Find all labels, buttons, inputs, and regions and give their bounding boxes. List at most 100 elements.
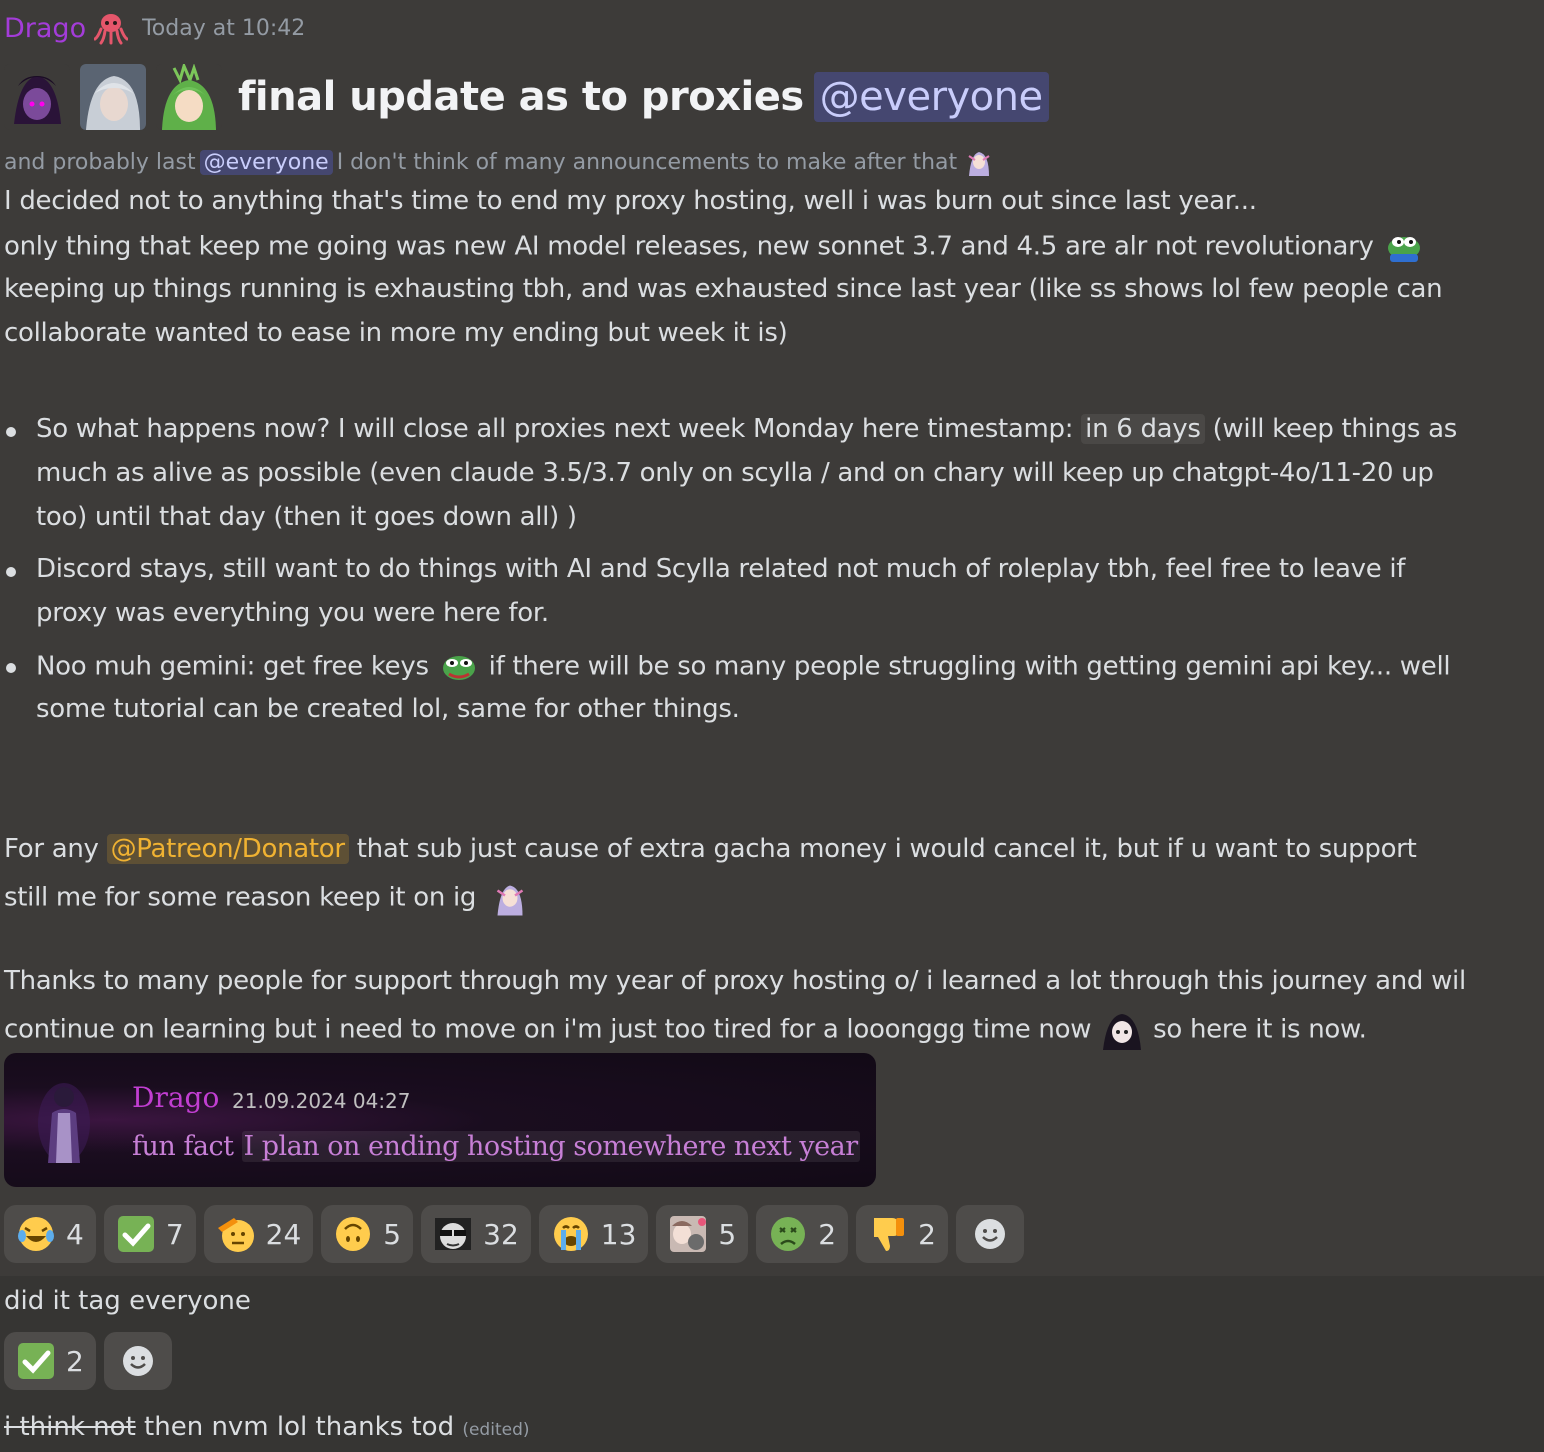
reaction-thumbs-down[interactable]: 2 (856, 1205, 948, 1263)
everyone-mention[interactable]: @everyone (813, 72, 1049, 122)
relative-timestamp[interactable]: in 6 days (1081, 414, 1205, 444)
dark-elf-emoji-icon (4, 64, 70, 130)
bullet-1-line-2: much as alive as possible (even claude 3… (36, 458, 1434, 488)
reaction-count: 5 (383, 1217, 402, 1251)
reaction-count: 24 (265, 1217, 302, 1251)
bullet-3-line-1: Noo muh gemini: get free keys if there w… (36, 650, 1451, 684)
reaction-laughing[interactable]: 4 (4, 1205, 96, 1263)
followup-text: i think not then nvm lol thanks tod (edi… (4, 1412, 530, 1442)
embed-avatar-figure (38, 1083, 90, 1163)
reply-text: did it tag everyone (4, 1286, 251, 1316)
crying-face-icon (553, 1217, 588, 1251)
bullet-1-pre: So what happens now? I will close all pr… (36, 414, 1074, 444)
anime-cat-icon (670, 1216, 707, 1252)
title-text: final update as to proxies (238, 74, 804, 120)
patreon-line-1: For any @Patreon/Donator that sub just c… (4, 834, 1417, 864)
bullet-dot (6, 663, 16, 673)
bullet-1-line-3: too) until that day (then it goes down a… (36, 502, 577, 532)
patreon-role-mention[interactable]: @Patreon/Donator (106, 834, 349, 864)
upside-down-face-icon (336, 1217, 371, 1251)
body-line-2: only thing that keep me going was new AI… (4, 230, 1426, 264)
bullet-1-line-1: So what happens now? I will close all pr… (36, 414, 1457, 444)
green-hair-emoji-icon (156, 64, 222, 130)
anime-girl-emoji-icon (496, 885, 524, 916)
check-mark-icon (117, 1216, 154, 1252)
bullet-3-pre: Noo muh gemini: get free keys (36, 651, 429, 682)
message-header: Drago Today at 10:42 (4, 10, 305, 46)
add-reaction-button[interactable] (103, 1332, 172, 1390)
reaction-count: 4 (66, 1217, 84, 1251)
edited-label: (edited) (462, 1420, 530, 1440)
followup-body: then nvm lol thanks tod (135, 1412, 455, 1442)
dark-hair-girl-emoji-icon (1103, 1014, 1142, 1050)
reaction-count: 2 (818, 1217, 837, 1251)
body-line-4: collaborate wanted to ease in more my en… (4, 318, 788, 348)
reaction-anime-cat[interactable]: 5 (656, 1205, 749, 1263)
reaction-check[interactable]: 2 (4, 1332, 96, 1390)
bullet-dot (6, 427, 16, 437)
sub-everyone-mention[interactable]: @everyone (199, 149, 333, 175)
body-line-2-text: only thing that keep me going was new AI… (4, 231, 1374, 262)
reaction-count: 2 (918, 1217, 936, 1251)
embed-text: fun fact I plan on ending hosting somewh… (132, 1131, 860, 1162)
bullet-3-line-2: some tutorial can be created lol, same f… (36, 694, 740, 724)
embed-author[interactable]: Drago (132, 1081, 219, 1114)
reaction-count: 7 (165, 1217, 184, 1251)
add-reaction-smiley-icon (974, 1219, 1005, 1249)
announcement-message: Drago Today at 10:42 final update as to … (0, 0, 1544, 1276)
bullet-1-post: (will keep things as (1212, 414, 1458, 444)
thanks-line-2-post: so here it is now. (1153, 1014, 1367, 1045)
laughing-tears-icon (18, 1217, 54, 1251)
patreon-line-2-text: still me for some reason keep it on ig (4, 882, 477, 913)
sub-suffix: I don't think of many announcements to m… (336, 149, 958, 175)
reaction-salute[interactable]: 24 (203, 1205, 314, 1263)
reaction-check[interactable]: 7 (103, 1205, 196, 1263)
saluting-face-icon (217, 1218, 254, 1252)
add-reaction-button[interactable] (955, 1205, 1024, 1263)
message-title: final update as to proxies @everyone (238, 72, 1049, 122)
bullet-dot (6, 567, 16, 577)
check-mark-icon (18, 1343, 54, 1379)
embed-text-highlight: I plan on ending hosting somewhere next … (241, 1131, 860, 1162)
thanks-line-2-pre: continue on learning but i need to move … (4, 1014, 1092, 1045)
thanks-line-1: Thanks to many people for support throug… (4, 966, 1466, 996)
reply-reaction-bar: 2 (4, 1332, 172, 1390)
struck-text: i think not (4, 1412, 136, 1442)
silver-hair-emoji-icon (80, 64, 146, 130)
reply-message-group: did it tag everyone 2 i think not then n… (0, 1276, 1544, 1452)
sub-prefix: and probably last (4, 149, 196, 175)
reaction-count: 5 (718, 1217, 737, 1251)
bullet-2-line-1: Discord stays, still want to do things w… (36, 554, 1406, 584)
add-reaction-smiley-icon (122, 1346, 153, 1376)
reaction-count: 2 (66, 1344, 84, 1378)
nauseated-face-icon (771, 1217, 806, 1251)
thumbs-down-icon (874, 1218, 905, 1251)
bullet-3-post: if there will be so many people struggli… (488, 651, 1451, 682)
octopus-icon (94, 14, 129, 45)
patreon-post: that sub just cause of extra gacha money… (356, 834, 1417, 864)
title-row: final update as to proxies @everyone (4, 62, 1049, 132)
body-line-3: keeping up things running is exhausting … (4, 274, 1443, 304)
reaction-upside-down[interactable]: 5 (321, 1205, 414, 1263)
reaction-count: 32 (483, 1217, 519, 1251)
author-name[interactable]: Drago (4, 13, 86, 44)
anime-girl-emoji-icon (968, 152, 990, 176)
reaction-count: 13 (600, 1217, 637, 1251)
bullet-2-line-2: proxy was everything you were here for. (36, 598, 549, 628)
body-line-1: I decided not to anything that's time to… (4, 186, 1257, 216)
subtext: and probably last @everyone I don't thin… (4, 146, 995, 178)
pepe-frog-icon (442, 656, 475, 680)
thanks-line-2: continue on learning but i need to move … (4, 1010, 1367, 1050)
patreon-pre: For any (4, 834, 99, 864)
embed-text-pre: fun fact (132, 1131, 242, 1162)
reaction-crying[interactable]: 13 (538, 1205, 649, 1263)
patreon-line-2: still me for some reason keep it on ig (4, 878, 530, 918)
sunglasses-meme-icon (435, 1218, 472, 1250)
reaction-nauseated[interactable]: 2 (756, 1205, 849, 1263)
reaction-sunglasses-meme[interactable]: 32 (421, 1205, 531, 1263)
quoted-message-embed[interactable]: Drago 21.09.2024 04:27 fun fact I plan o… (4, 1053, 876, 1187)
reaction-bar: 4 7 24 5 32 13 5 2 2 (4, 1205, 1024, 1263)
pepe-frog-icon (1387, 237, 1420, 262)
embed-date: 21.09.2024 04:27 (232, 1089, 411, 1113)
message-timestamp[interactable]: Today at 10:42 (142, 16, 305, 41)
